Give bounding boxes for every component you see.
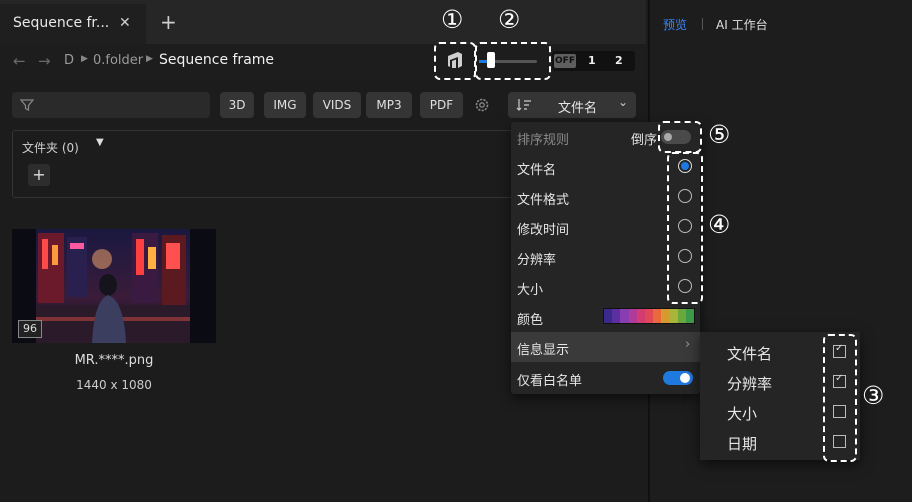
sort-option-size[interactable]: 大小 <box>517 279 543 298</box>
chevron-right-icon: › <box>685 337 691 352</box>
annotation-box-4 <box>667 152 703 304</box>
annotation-box-1 <box>434 42 476 80</box>
sort-select[interactable]: 文件名 ⌄ <box>508 92 636 118</box>
color-swatch[interactable] <box>653 309 662 323</box>
breadcrumb-d[interactable]: D <box>64 53 74 68</box>
tab-divider <box>702 18 703 30</box>
image-thumbnail[interactable] <box>12 229 216 343</box>
color-sort-label: 颜色 <box>517 313 544 328</box>
color-swatch[interactable] <box>628 309 637 323</box>
breadcrumb-separator-icon: ▶ <box>81 54 88 64</box>
sort-option-modified[interactable]: 修改时间 <box>517 219 569 238</box>
sort-option-format[interactable]: 文件格式 <box>517 189 569 208</box>
annotation-box-3 <box>823 334 857 462</box>
filter-3d-button[interactable]: 3D <box>220 92 254 118</box>
color-swatch[interactable] <box>661 309 670 323</box>
toggle-option-1[interactable]: 1 <box>588 54 596 67</box>
whitelist-label: 仅看白名单 <box>517 374 583 389</box>
annotation-number-5: ⑤ <box>708 120 731 149</box>
whitelist-switch-knob <box>680 373 690 383</box>
color-swatch-bar[interactable] <box>603 308 695 324</box>
folder-section <box>12 130 514 198</box>
file-name: MR.****.png <box>74 353 154 368</box>
color-swatch[interactable] <box>685 309 695 323</box>
info-item-date[interactable]: 日期 <box>727 433 757 454</box>
info-display-label: 信息显示 <box>517 343 570 358</box>
color-swatch[interactable] <box>669 309 678 323</box>
filter-icon <box>20 99 34 111</box>
toggle-option-2[interactable]: 2 <box>615 54 623 67</box>
breadcrumb-folder[interactable]: 0.folder <box>93 53 143 68</box>
color-swatch[interactable] <box>644 309 654 323</box>
toggle-off-option[interactable]: OFF <box>554 54 576 68</box>
filter-vids-button[interactable]: VIDS <box>313 92 361 118</box>
info-item-size[interactable]: 大小 <box>727 403 757 424</box>
file-resolution: 1440 x 1080 <box>76 378 152 392</box>
breadcrumb-separator-icon: ▶ <box>146 54 153 64</box>
filter-mp3-button[interactable]: MP3 <box>366 92 412 118</box>
annotation-number-2: ② <box>498 5 521 34</box>
add-tab-button[interactable]: + <box>160 12 177 32</box>
sort-option-resolution[interactable]: 分辨率 <box>517 249 556 268</box>
forward-arrow-icon[interactable]: → <box>38 52 51 70</box>
chevron-down-icon[interactable]: ▼ <box>96 137 104 148</box>
color-swatch[interactable] <box>677 309 686 323</box>
frame-count-badge: 96 <box>18 320 42 338</box>
back-arrow-icon[interactable]: ← <box>13 52 26 70</box>
annotation-number-3: ③ <box>862 381 885 410</box>
annotation-number-1: ① <box>441 5 464 34</box>
filter-input[interactable] <box>12 92 210 118</box>
color-swatch[interactable] <box>612 309 621 323</box>
tab-label: Sequence fr... <box>13 15 110 31</box>
color-swatch[interactable] <box>604 309 613 323</box>
sort-rule-header: 排序规则 <box>517 133 570 148</box>
filter-pdf-button[interactable]: PDF <box>420 92 463 118</box>
folder-label[interactable]: 文件夹 (0) <box>22 139 79 156</box>
add-folder-button[interactable]: + <box>28 164 50 186</box>
annotation-number-4: ④ <box>708 210 731 239</box>
tab-ai-workbench[interactable]: AI 工作台 <box>716 16 768 33</box>
sort-label: 文件名 <box>558 101 598 116</box>
color-swatch[interactable] <box>620 309 629 323</box>
info-item-filename[interactable]: 文件名 <box>727 343 772 364</box>
filter-img-button[interactable]: IMG <box>264 92 306 118</box>
reverse-order-label: 倒序 <box>631 133 658 148</box>
sort-icon <box>516 99 531 111</box>
chevron-down-icon: ⌄ <box>618 95 629 109</box>
close-icon[interactable]: ✕ <box>119 15 131 31</box>
info-item-resolution[interactable]: 分辨率 <box>727 373 772 394</box>
color-swatch[interactable] <box>636 309 645 323</box>
breadcrumb-current: Sequence frame <box>159 52 275 68</box>
sort-option-filename[interactable]: 文件名 <box>517 159 556 178</box>
annotation-box-5 <box>658 121 702 153</box>
gear-icon[interactable] <box>474 97 490 113</box>
city-night-image <box>12 229 216 343</box>
annotation-box-2 <box>475 42 551 80</box>
tab-preview[interactable]: 预览 <box>663 16 687 33</box>
